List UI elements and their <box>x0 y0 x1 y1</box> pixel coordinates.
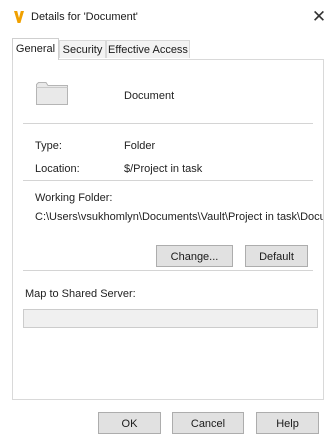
item-name: Document <box>124 90 175 102</box>
default-button[interactable]: Default <box>245 245 308 267</box>
location-label: Location: <box>35 163 80 175</box>
working-folder-label: Working Folder: <box>35 192 113 204</box>
type-label: Type: <box>35 140 62 152</box>
folder-icon <box>36 82 68 105</box>
divider <box>23 270 313 271</box>
cancel-button[interactable]: Cancel <box>172 412 244 434</box>
type-value: Folder <box>124 140 156 152</box>
tab-general[interactable]: General <box>12 38 59 60</box>
location-value: $/Project in task <box>124 163 203 175</box>
divider <box>23 180 313 181</box>
tab-security[interactable]: Security <box>59 40 106 58</box>
tab-effective-access[interactable]: Effective Access <box>106 40 190 58</box>
general-panel: Document Type: Folder Location: $/Projec… <box>12 59 324 400</box>
help-button[interactable]: Help <box>256 412 319 434</box>
change-button[interactable]: Change... <box>156 245 233 267</box>
details-dialog: Details for 'Document' ✕ General Securit… <box>0 0 334 442</box>
divider <box>23 123 313 124</box>
map-shared-server-label: Map to Shared Server: <box>25 288 136 300</box>
window-title: Details for 'Document' <box>31 11 138 23</box>
vault-v-icon <box>14 11 24 23</box>
working-folder-value: C:\Users\vsukhomlyn\Documents\Vault\Proj… <box>35 211 323 223</box>
title-bar: Details for 'Document' ✕ <box>0 0 334 34</box>
close-icon: ✕ <box>311 7 327 26</box>
close-button[interactable]: ✕ <box>308 6 330 28</box>
ok-button[interactable]: OK <box>98 412 161 434</box>
shared-server-field[interactable] <box>23 309 318 328</box>
